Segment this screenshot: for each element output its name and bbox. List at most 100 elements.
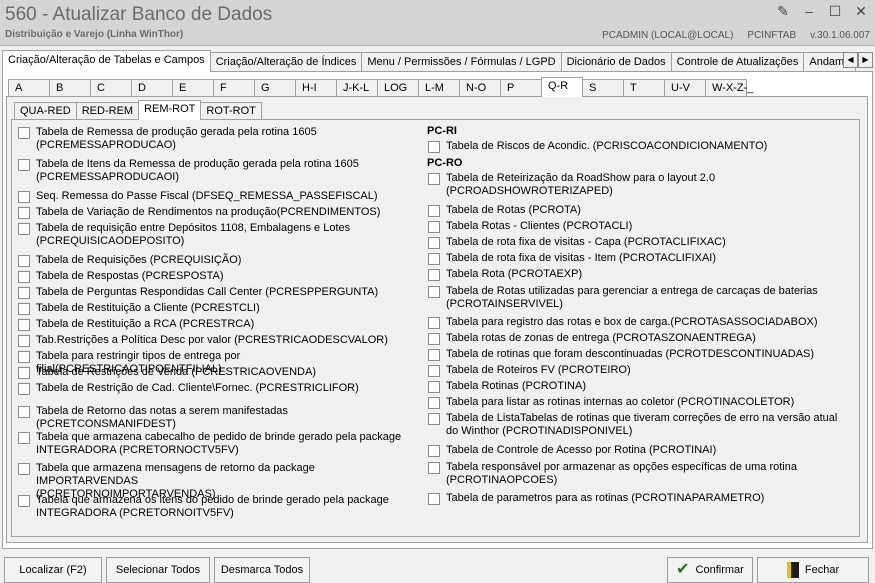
checkbox[interactable] (18, 223, 30, 235)
table-checkbox-row[interactable]: Tab.Restrições a Política Desc por valor… (18, 334, 413, 347)
checkbox[interactable] (18, 127, 30, 139)
main-tab-2[interactable]: Menu / Permissões / Fórmulas / LGPD (361, 52, 562, 72)
letter-tab-1[interactable]: B (49, 79, 91, 97)
letter-tab-8[interactable]: J-K-L (336, 79, 378, 97)
table-checkbox-row[interactable]: Tabela de parametros para as rotinas (PC… (428, 492, 848, 505)
letter-tab-13[interactable]: Q-R (541, 77, 583, 97)
sub-tab-0[interactable]: QUA-RED (14, 102, 77, 120)
checkbox[interactable] (18, 191, 30, 203)
table-checkbox-row[interactable]: Tabela de Rotas (PCROTA) (428, 204, 848, 217)
checkbox[interactable] (18, 335, 30, 347)
table-checkbox-row[interactable]: Tabela rotas de zonas de entrega (PCROTA… (428, 332, 848, 345)
table-checkbox-row[interactable]: Tabela de Restrição de Cad. Cliente\Forn… (18, 382, 413, 395)
table-checkbox-row[interactable]: Tabela de rota fixa de visitas - Capa (P… (428, 236, 848, 249)
letter-tab-0[interactable]: A (8, 79, 50, 97)
letter-tab-6[interactable]: G (254, 79, 296, 97)
checkbox[interactable] (18, 319, 30, 331)
letter-tab-12[interactable]: P (500, 79, 542, 97)
checkbox[interactable] (18, 159, 30, 171)
table-checkbox-row[interactable]: Tabela de Controle de Acesso por Rotina … (428, 444, 848, 457)
main-tab-0[interactable]: Criação/Alteração de Tabelas e Campos (2, 50, 211, 72)
confirm-button[interactable]: ✔ Confirmar (667, 557, 753, 583)
checkbox[interactable] (428, 253, 440, 265)
checkbox[interactable] (428, 397, 440, 409)
letter-tab-15[interactable]: T (623, 79, 665, 97)
localizar-button[interactable]: Localizar (F2) (4, 557, 102, 583)
checkbox[interactable] (428, 493, 440, 505)
checkbox[interactable] (428, 462, 440, 474)
letter-tab-17[interactable]: W-X-Z-_ (705, 79, 753, 97)
checkbox[interactable] (18, 255, 30, 267)
checkbox[interactable] (18, 463, 30, 475)
checkbox[interactable] (428, 349, 440, 361)
maximize-button[interactable]: ☐ (827, 3, 843, 20)
select-all-button[interactable]: Selecionar Todos (106, 557, 210, 583)
table-checkbox-row[interactable]: Tabela responsável por armazenar as opçõ… (428, 461, 848, 487)
table-checkbox-row[interactable]: Tabela de rota fixa de visitas - Item (P… (428, 252, 848, 265)
checkbox[interactable] (428, 286, 440, 298)
checkbox[interactable] (428, 237, 440, 249)
table-checkbox-row[interactable]: Tabela que armazena cabecalho de pedido … (18, 431, 413, 457)
letter-tab-2[interactable]: C (90, 79, 132, 97)
sub-tab-2[interactable]: REM-ROT (138, 100, 202, 120)
checkbox[interactable] (18, 432, 30, 444)
checkbox[interactable] (428, 205, 440, 217)
checkbox[interactable] (18, 351, 30, 363)
table-checkbox-row[interactable]: Tabela de Requisições (PCREQUISIÇÃO) (18, 254, 413, 267)
checkbox[interactable] (428, 413, 440, 425)
checkbox[interactable] (428, 445, 440, 457)
table-checkbox-row[interactable]: Tabela Rota (PCROTAEXP) (428, 268, 848, 281)
checkbox[interactable] (428, 365, 440, 377)
checkbox[interactable] (18, 383, 30, 395)
table-checkbox-row[interactable]: Tabela para listar as rotinas internas a… (428, 396, 848, 409)
letter-tab-4[interactable]: E (172, 79, 214, 97)
close-window-button[interactable]: Fechar (757, 557, 869, 583)
checkbox[interactable] (18, 207, 30, 219)
table-checkbox-row[interactable]: Tabela de Restituição a RCA (PCRESTRCA) (18, 318, 413, 331)
table-checkbox-row[interactable]: Tabela de Retorno das notas a serem mani… (18, 405, 413, 431)
letter-tab-5[interactable]: F (213, 79, 255, 97)
main-tab-1[interactable]: Criação/Alteração de Índices (209, 52, 363, 72)
letter-tab-11[interactable]: N-O (459, 79, 501, 97)
close-button[interactable]: ✕ (853, 3, 869, 20)
edit-icon[interactable]: ✎ (775, 3, 791, 20)
checkbox[interactable] (428, 333, 440, 345)
main-tab-4[interactable]: Controle de Atualizações (670, 52, 805, 72)
table-checkbox-row[interactable]: Tabela de Riscos de Acondic. (PCRISCOACO… (428, 140, 848, 153)
table-checkbox-row[interactable]: Tabela de Restrições de Venda (PCRESTRIC… (18, 366, 413, 379)
table-checkbox-row[interactable]: Tabela de Reteirização da RoadShow para … (428, 172, 848, 198)
table-checkbox-row[interactable]: Tabela de Itens da Remessa de produção g… (18, 158, 413, 184)
checkbox[interactable] (18, 303, 30, 315)
table-checkbox-row[interactable]: Tabela de Variação de Rendimentos na pro… (18, 206, 413, 219)
checkbox[interactable] (18, 495, 30, 507)
table-checkbox-row[interactable]: Tabela de Roteiros FV (PCROTEIRO) (428, 364, 848, 377)
letter-tab-3[interactable]: D (131, 79, 173, 97)
table-checkbox-row[interactable]: Tabela de rotinas que foram descontinuad… (428, 348, 848, 361)
table-checkbox-row[interactable]: Tabela de Rotas utilizadas para gerencia… (428, 285, 848, 311)
letter-tab-16[interactable]: U-V (664, 79, 706, 97)
checkbox[interactable] (428, 381, 440, 393)
scroll-right-icon[interactable]: ▶ (858, 52, 873, 68)
table-checkbox-row[interactable]: Tabela para registro das rotas e box de … (428, 316, 848, 329)
table-checkbox-row[interactable]: Tabela de Restituição a Cliente (PCRESTC… (18, 302, 413, 315)
table-checkbox-row[interactable]: Tabela de Respostas (PCRESPOSTA) (18, 270, 413, 283)
checkbox[interactable] (428, 221, 440, 233)
checkbox[interactable] (18, 406, 30, 418)
table-checkbox-row[interactable]: Tabela que armazena os itens do pedido d… (18, 494, 413, 520)
deselect-all-button[interactable]: Desmarca Todos (214, 557, 310, 583)
checkbox[interactable] (428, 269, 440, 281)
sub-tab-1[interactable]: RED-REM (75, 102, 140, 120)
letter-tab-14[interactable]: S (582, 79, 624, 97)
table-checkbox-row[interactable]: Tabela Rotas - Clientes (PCROTACLI) (428, 220, 848, 233)
table-checkbox-row[interactable]: Tabela Rotinas (PCROTINA) (428, 380, 848, 393)
minimize-button[interactable]: – (801, 3, 817, 20)
checkbox[interactable] (428, 141, 440, 153)
letter-tab-9[interactable]: LOG (377, 79, 419, 97)
table-checkbox-row[interactable]: Seq. Remessa do Passe Fiscal (DFSEQ_REME… (18, 190, 413, 203)
checkbox[interactable] (428, 317, 440, 329)
sub-tab-3[interactable]: ROT-ROT (200, 102, 262, 120)
checkbox[interactable] (18, 367, 30, 379)
table-checkbox-row[interactable]: Tabela de requisição entre Depósitos 110… (18, 222, 413, 248)
letter-tab-7[interactable]: H-I (295, 79, 337, 97)
scroll-left-icon[interactable]: ◀ (843, 52, 858, 68)
